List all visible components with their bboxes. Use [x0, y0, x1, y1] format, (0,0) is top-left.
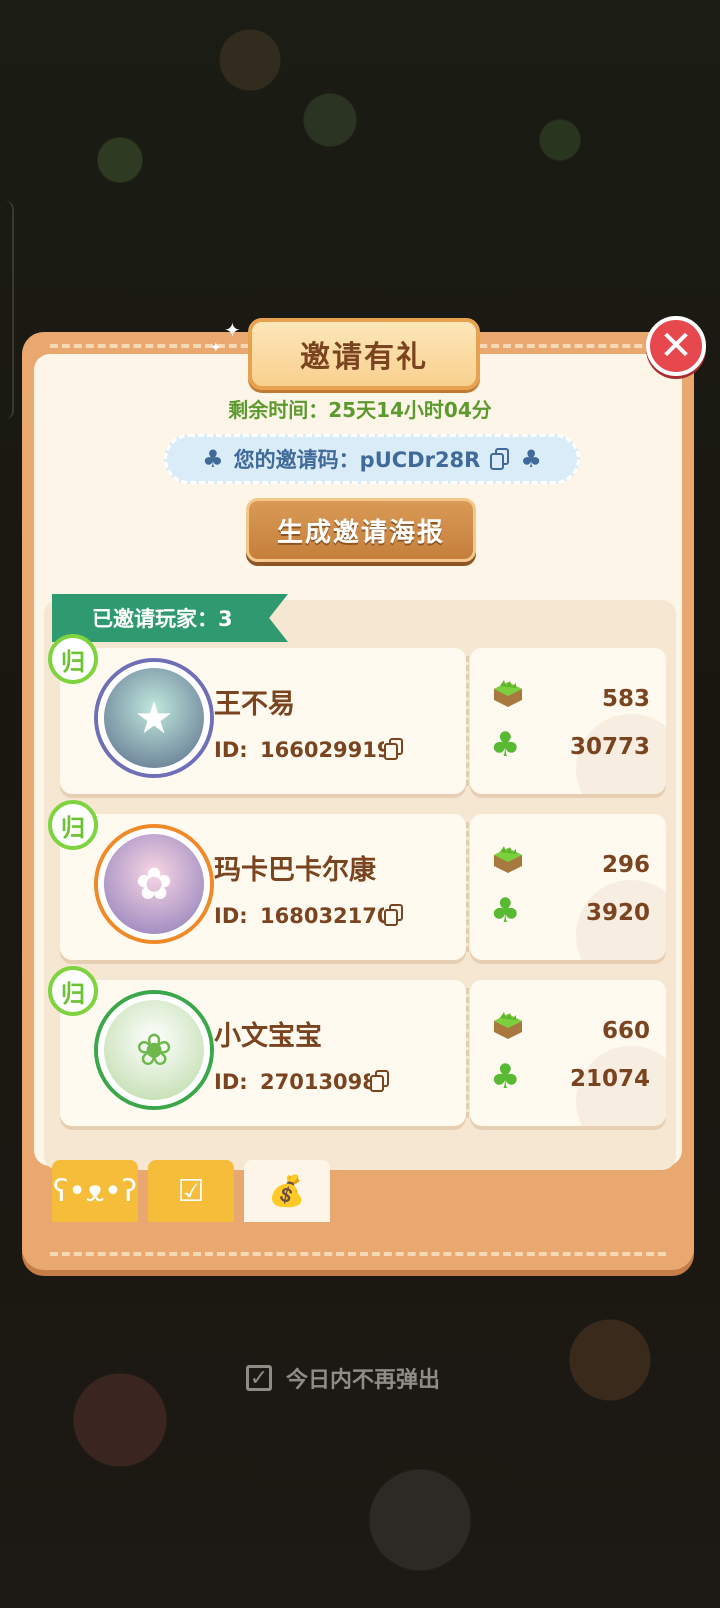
avatar-character-icon: ★ [134, 692, 174, 744]
returning-badge: 归 [48, 800, 98, 850]
sparkle-icon: ✦ [224, 318, 241, 342]
remaining-time: 剩余时间：25天14小时04分 [228, 398, 492, 422]
invited-count-tag: 已邀请玩家：3 [52, 594, 288, 642]
tab-friends[interactable]: ʕ•ᴥ•ʔ [52, 1160, 138, 1222]
avatar[interactable]: ❀ [98, 994, 210, 1106]
player-id: 166029919 [260, 738, 392, 762]
side-handle [0, 200, 14, 420]
player-id: 27013098 [260, 1070, 377, 1094]
tab-tasks[interactable]: ☑ [148, 1160, 234, 1222]
player-name: 小文宝宝 [214, 1021, 322, 1052]
returning-badge: 归 [48, 634, 98, 684]
avatar-character-icon: ✿ [135, 858, 173, 910]
clover-icon: ♣ [520, 445, 542, 473]
player-id-label: ID: [214, 904, 248, 928]
money-bag-icon: 💰 [268, 1173, 306, 1209]
copy-icon[interactable] [490, 448, 511, 470]
grass-count: 296 [601, 852, 650, 878]
checkbox[interactable]: ✓ [246, 1365, 272, 1391]
grass-block-icon [494, 846, 522, 873]
clover-icon: ♣ [490, 1057, 521, 1097]
clover-icon: ♣ [490, 891, 521, 931]
dont-show-today-label: 今日内不再弹出 [286, 1368, 441, 1393]
dont-show-today-toggle[interactable]: ✓ 今日内不再弹出 [246, 1362, 440, 1394]
avatar[interactable]: ✿ [98, 828, 210, 940]
close-icon: ✕ [659, 323, 693, 369]
player-stats-panel [470, 980, 666, 1126]
player-id-label: ID: [214, 738, 248, 762]
player-name: 王不易 [214, 689, 295, 720]
player-stats-panel [470, 814, 666, 960]
dialog-title: 邀请有礼 [248, 318, 480, 390]
player-id: 168032170 [260, 904, 392, 928]
close-button[interactable]: ✕ [646, 316, 706, 376]
invite-code-text: 您的邀请码：pUCDr28R [233, 448, 481, 472]
copy-icon[interactable] [370, 1070, 390, 1092]
grass-count: 583 [601, 686, 650, 712]
checklist-icon: ☑ [177, 1173, 205, 1209]
grass-block-icon [494, 1012, 522, 1039]
card-divider [466, 656, 469, 786]
player-name: 玛卡巴卡尔康 [214, 855, 376, 886]
clover-count: 30773 [569, 734, 650, 760]
player-card: 归 ★ 王不易 ID: 166029919 ♣ 583 30773 [48, 634, 666, 794]
clover-count: 3920 [585, 900, 650, 926]
tab-rewards[interactable]: 💰 [244, 1160, 330, 1222]
avatar[interactable]: ★ [98, 662, 210, 774]
player-card: 归 ❀ 小文宝宝 ID: 27013098 ♣ 660 21074 [48, 966, 666, 1126]
player-card: 归 ✿ 玛卡巴卡尔康 ID: 168032170 ♣ 296 3920 [48, 800, 666, 960]
copy-icon[interactable] [384, 738, 404, 760]
player-stats-panel [470, 648, 666, 794]
bear-face-icon: ʕ•ᴥ•ʔ [52, 1173, 138, 1209]
clover-icon: ♣ [202, 445, 224, 473]
player-id-label: ID: [214, 1070, 248, 1094]
invite-code-pill[interactable]: ♣ 您的邀请码：pUCDr28R ♣ [164, 434, 580, 484]
grass-block-icon [494, 680, 522, 707]
sparkle-icon: ✦ [210, 340, 222, 356]
card-divider [466, 822, 469, 952]
invited-count-label: 已邀请玩家：3 [92, 607, 233, 631]
panel-dashed-border-bottom [50, 1252, 666, 1256]
avatar-character-icon: ❀ [135, 1024, 173, 1076]
generate-poster-button[interactable]: 生成邀请海报 [246, 498, 476, 562]
copy-icon[interactable] [384, 904, 404, 926]
clover-icon: ♣ [490, 725, 521, 765]
returning-badge: 归 [48, 966, 98, 1016]
grass-count: 660 [601, 1018, 650, 1044]
card-divider [466, 988, 469, 1118]
clover-count: 21074 [569, 1066, 650, 1092]
